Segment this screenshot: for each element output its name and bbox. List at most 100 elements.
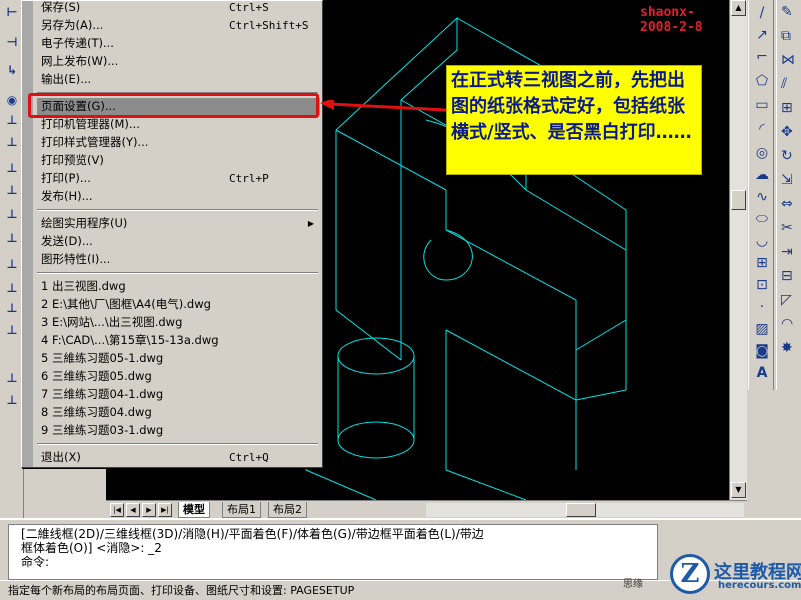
menu-item-plot[interactable]: 打印(P)... Ctrl+P xyxy=(37,170,320,187)
scroll-thumb[interactable] xyxy=(731,190,746,210)
polygon-icon[interactable]: ⬠ xyxy=(753,72,771,90)
ucs-icon[interactable]: ⊥ xyxy=(4,182,20,198)
menu-item-save-as[interactable]: 另存为(A)... Ctrl+Shift+S xyxy=(37,17,320,34)
sphere-icon[interactable]: ◉ xyxy=(4,92,20,108)
scroll-up-icon[interactable]: ▲ xyxy=(731,0,746,16)
next-tab-icon[interactable]: ▶ xyxy=(142,503,156,517)
ucs-icon[interactable]: ⊥ xyxy=(4,280,20,296)
annotation-callout: 在正式转三视图之前，先把出图的纸张格式定好，包括纸张横式/竖式、是否黑白打印…… xyxy=(446,65,702,175)
ucs-icon[interactable]: ⊥ xyxy=(4,160,20,176)
recent-file-item[interactable]: 1 出三视图.dwg xyxy=(37,278,320,295)
construction-line-icon[interactable]: ↗ xyxy=(753,26,771,44)
site-logo: Z 这里教程网 herecours.com xyxy=(664,548,801,600)
circle-icon[interactable]: ◎ xyxy=(753,144,771,162)
menu-item-drawing-utilities[interactable]: 绘图实用程序(U) ▶ xyxy=(37,215,320,232)
ucs-icon[interactable]: ⊥ xyxy=(4,370,20,386)
dimension-icon[interactable]: ⊢ xyxy=(4,4,20,20)
make-block-icon[interactable]: ⊡ xyxy=(753,276,771,294)
file-menu: 保存(S) Ctrl+S 另存为(A)... Ctrl+Shift+S 电子传递(T… xyxy=(21,0,323,468)
menu-separator xyxy=(37,272,318,274)
tab-layout2[interactable]: 布局2 xyxy=(268,502,307,518)
hatch-icon[interactable]: ▨ xyxy=(753,320,771,338)
menu-item-publish-web[interactable]: 网上发布(W)... xyxy=(37,53,320,70)
dimension-icon[interactable]: ⊣ xyxy=(4,34,20,50)
menu-separator xyxy=(37,209,318,211)
recent-file-item[interactable]: 2 E:\其他\厂\图框\A4(电气).dwg xyxy=(37,296,320,313)
menu-item-etransmit[interactable]: 电子传递(T)... xyxy=(37,35,320,52)
command-prompt[interactable]: 命令: xyxy=(21,555,645,569)
recent-file-item[interactable]: 8 三维练习题04.dwg xyxy=(37,404,320,421)
stretch-icon[interactable]: ⇔ xyxy=(781,196,793,212)
ucs-icon[interactable]: ⊥ xyxy=(4,230,20,246)
line-icon[interactable]: / xyxy=(753,4,771,22)
menu-item-send[interactable]: 发送(D)... xyxy=(37,233,320,250)
menu-item-plotter-manager[interactable]: 打印机管理器(M)... xyxy=(37,116,320,133)
rectangle-icon[interactable]: ▭ xyxy=(753,96,771,114)
scale-icon[interactable]: ⇲ xyxy=(781,172,793,188)
recent-file-item[interactable]: 4 F:\CAD\...\第15章\15-13a.dwg xyxy=(37,332,320,349)
menu-item-publish[interactable]: 发布(H)... xyxy=(37,188,320,205)
revision-cloud-icon[interactable]: ☁ xyxy=(753,166,771,184)
ucs-icon[interactable]: ⊥ xyxy=(4,206,20,222)
status-text: 指定每个新布局的布局页面、打印设备、图纸尺寸和设置: PAGESETUP xyxy=(8,584,355,597)
recent-file-item[interactable]: 6 三维练习题05.dwg xyxy=(37,368,320,385)
layout-tab-bar: |◀ ◀ ▶ ▶| 模型 布局1 布局2 xyxy=(106,500,747,518)
pointer-arrow-icon xyxy=(320,100,447,112)
recent-file-item[interactable]: 5 三維练习题05-1.dwg xyxy=(37,350,320,367)
arc-icon[interactable]: ◜ xyxy=(753,120,771,138)
menu-item-drawing-properties[interactable]: 图形特性(I)... xyxy=(37,251,320,268)
menu-item-plot-preview[interactable]: 打印预览(V) xyxy=(37,152,320,169)
insert-block-icon[interactable]: ⊞ xyxy=(753,254,771,272)
erase-icon[interactable]: ✎ xyxy=(781,4,793,20)
ucs-icon[interactable]: ⊥ xyxy=(4,134,20,150)
recent-file-item[interactable]: 7 三维练习题04-1.dwg xyxy=(37,386,320,403)
menu-item-plot-style-manager[interactable]: 打印样式管理器(Y)... xyxy=(37,134,320,151)
last-tab-icon[interactable]: ▶| xyxy=(158,503,172,517)
chamfer-icon[interactable]: ◸ xyxy=(781,292,792,308)
recent-file-item[interactable]: 9 三维练习题03-1.dwg xyxy=(37,422,320,439)
menu-side-stripe xyxy=(22,1,33,467)
menu-item-export[interactable]: 输出(E)... xyxy=(37,71,320,88)
menu-separator xyxy=(37,443,318,445)
draw-toolbar: / ↗ ⌐ ⬠ ▭ ◜ ◎ ☁ ∿ ⬭ ◡ ⊞ ⊡ · ▨ ◙ A xyxy=(748,0,774,390)
prev-tab-icon[interactable]: ◀ xyxy=(126,503,140,517)
dimension-icon[interactable]: ↳ xyxy=(4,62,20,78)
ucs-icon[interactable]: ⊥ xyxy=(4,392,20,408)
tab-layout1[interactable]: 布局1 xyxy=(222,502,261,518)
fillet-icon[interactable]: ◠ xyxy=(781,316,793,332)
ucs-icon[interactable]: ⊥ xyxy=(4,322,20,338)
polyline-icon[interactable]: ⌐ xyxy=(753,48,771,66)
modify-toolbar: ✎ ⧉ ⋈ ⫽ ⊞ ✥ ↻ ⇲ ⇔ ✂ ⇥ ⊟ ◸ ◠ ✸ xyxy=(776,0,801,390)
logo-letter: Z xyxy=(670,554,710,594)
scroll-down-icon[interactable]: ▼ xyxy=(731,482,746,498)
scroll-thumb[interactable] xyxy=(566,503,596,517)
move-icon[interactable]: ✥ xyxy=(781,124,793,140)
offset-icon[interactable]: ⫽ xyxy=(781,76,787,92)
array-icon[interactable]: ⊞ xyxy=(781,100,793,116)
spline-icon[interactable]: ∿ xyxy=(753,188,771,206)
copy-icon[interactable]: ⧉ xyxy=(781,28,791,44)
menu-item-save[interactable]: 保存(S) Ctrl+S xyxy=(37,0,320,16)
recent-file-item[interactable]: 3 E:\网站\...\出三视图.dwg xyxy=(37,314,320,331)
vertical-scrollbar[interactable]: ▲ ▼ xyxy=(729,0,747,500)
mirror-icon[interactable]: ⋈ xyxy=(781,52,795,68)
ucs-icon[interactable]: ⊥ xyxy=(4,256,20,272)
extend-icon[interactable]: ⇥ xyxy=(781,244,793,260)
ellipse-icon[interactable]: ⬭ xyxy=(753,210,771,228)
first-tab-icon[interactable]: |◀ xyxy=(110,503,124,517)
rotate-icon[interactable]: ↻ xyxy=(781,148,793,164)
ellipse-arc-icon[interactable]: ◡ xyxy=(753,232,771,250)
command-history[interactable]: [二維线框(2D)/三维线框(3D)/消隐(H)/平面着色(F)/体着色(G)/… xyxy=(8,524,658,580)
tab-model[interactable]: 模型 xyxy=(178,502,210,518)
trim-icon[interactable]: ✂ xyxy=(781,220,793,236)
point-icon[interactable]: · xyxy=(753,298,771,316)
ucs-icon[interactable]: ⊥ xyxy=(4,112,20,128)
break-icon[interactable]: ⊟ xyxy=(781,268,793,284)
ucs-icon[interactable]: ⊥ xyxy=(4,300,20,316)
menu-item-exit[interactable]: 退出(X) Ctrl+Q xyxy=(37,449,320,466)
explode-icon[interactable]: ✸ xyxy=(781,340,793,356)
region-icon[interactable]: ◙ xyxy=(753,342,771,360)
horizontal-scrollbar[interactable] xyxy=(426,503,744,517)
multiline-text-icon[interactable]: A xyxy=(753,364,771,382)
highlight-box xyxy=(28,93,319,118)
